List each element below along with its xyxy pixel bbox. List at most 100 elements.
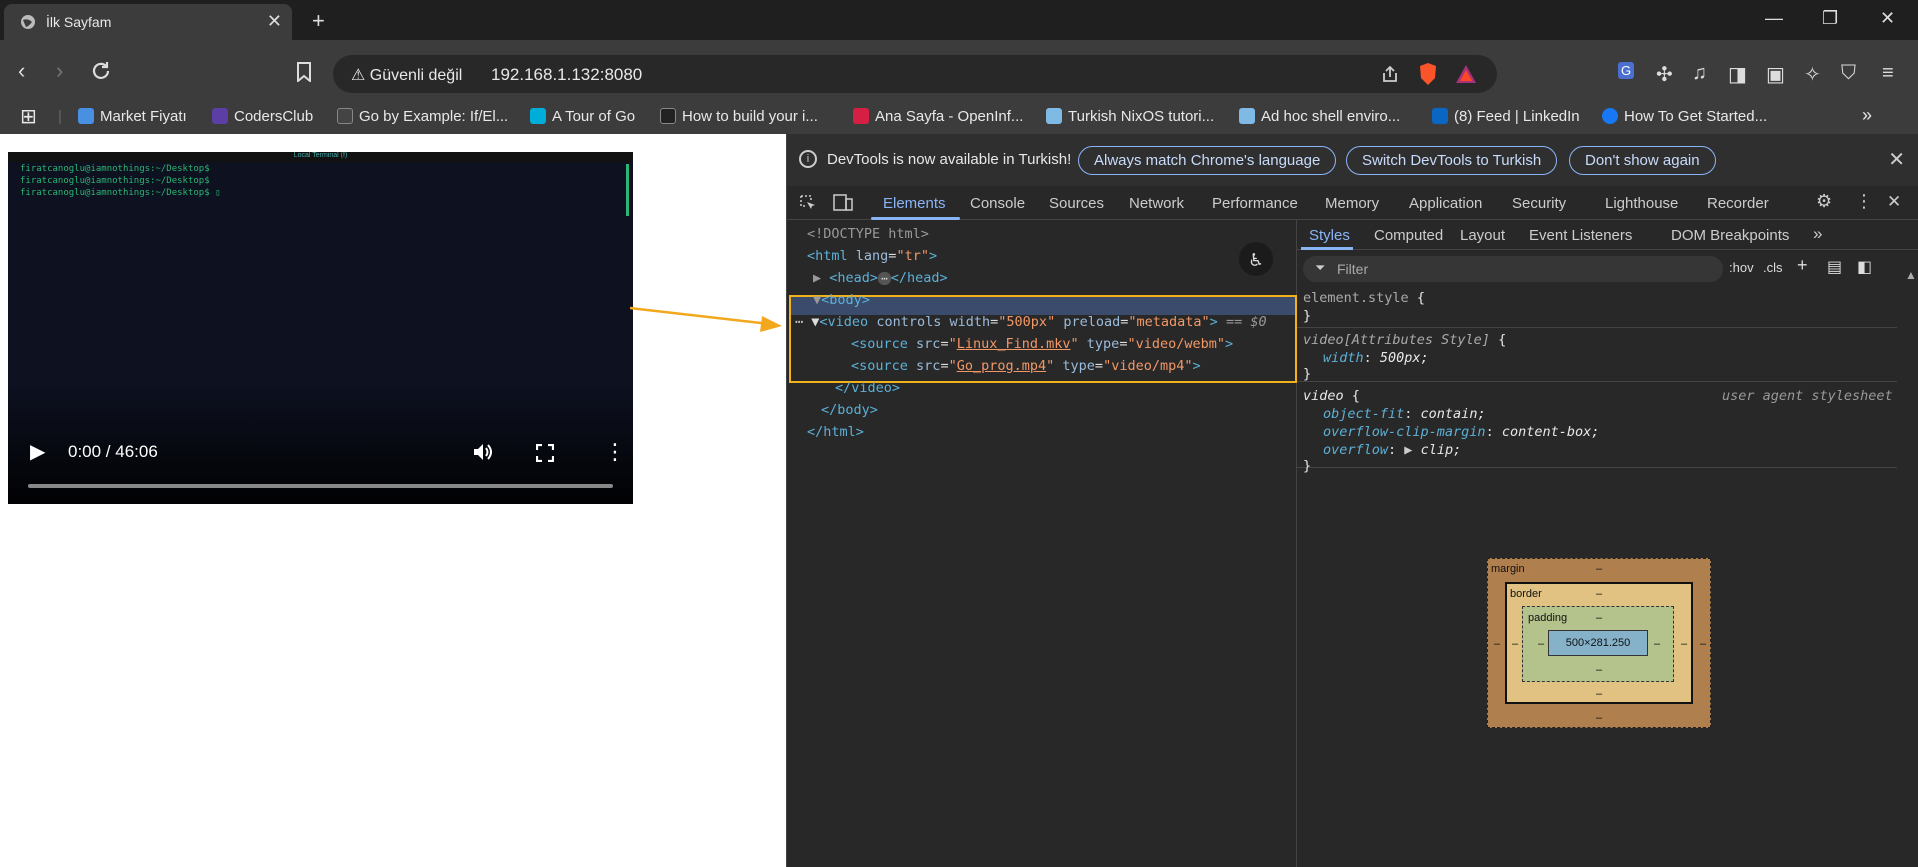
inspect-element-icon[interactable] (799, 194, 817, 212)
box-model-value[interactable]: – (1596, 588, 1602, 600)
doctype-node[interactable]: <!DOCTYPE html> (807, 226, 929, 242)
bookmark-item[interactable]: Go by Example: If/El... (337, 108, 508, 125)
video-node[interactable]: ⋯ ▼<video controls width="500px" preload… (795, 314, 1267, 330)
style-declaration[interactable]: overflow-clip-margin: content-box; (1323, 424, 1599, 440)
head-node[interactable]: ▶ <head> ⋯ </head> (813, 270, 948, 286)
video-progress-bar[interactable] (28, 484, 613, 488)
box-model-content[interactable]: 500×281.250 (1548, 630, 1648, 656)
box-model-value[interactable]: – (1596, 563, 1602, 575)
wallet-icon[interactable]: ▣ (1766, 62, 1785, 87)
box-model-value[interactable]: – (1654, 638, 1660, 650)
dont-show-again-button[interactable]: Don't show again (1569, 146, 1716, 175)
source-node[interactable]: <source src="Go_prog.mp4" type="video/mp… (851, 358, 1201, 374)
more-options-icon[interactable]: ⋮ (604, 439, 626, 465)
box-model-value[interactable]: – (1596, 612, 1602, 624)
vpn-icon[interactable]: ⛉ (1841, 62, 1856, 85)
bookmark-item[interactable]: A Tour of Go (530, 108, 635, 125)
bookmark-item[interactable]: Ad hoc shell enviro... (1239, 108, 1400, 125)
tab-lighthouse[interactable]: Lighthouse (1605, 195, 1678, 212)
new-rule-icon[interactable]: + (1797, 255, 1808, 276)
toggle-sidebar-icon[interactable]: ◧ (1857, 257, 1872, 277)
window-close-button[interactable]: ✕ (1880, 8, 1895, 29)
url-text[interactable]: 192.168.1.132:8080 (491, 65, 642, 85)
brave-shields-icon[interactable] (1417, 62, 1439, 86)
subtab-layout[interactable]: Layout (1460, 227, 1505, 244)
minimize-button[interactable]: — (1765, 8, 1783, 29)
maximize-button[interactable]: ❐ (1822, 8, 1838, 29)
paint-roller-icon[interactable]: ▤ (1827, 257, 1842, 277)
html-node[interactable]: <html lang="tr"> (807, 248, 937, 264)
body-close-node[interactable]: </body> (821, 402, 878, 418)
tab-performance[interactable]: Performance (1212, 195, 1298, 212)
always-match-language-button[interactable]: Always match Chrome's language (1078, 146, 1337, 175)
bookmark-item[interactable]: Ana Sayfa - OpenInf... (853, 108, 1023, 125)
address-bar[interactable]: ⚠ Güvenli değil 192.168.1.132:8080 (333, 55, 1497, 93)
device-toolbar-icon[interactable] (833, 194, 853, 212)
source-node[interactable]: <source src="Linux_Find.mkv" type="video… (851, 336, 1233, 352)
brave-rewards-icon[interactable] (1455, 64, 1477, 84)
hov-toggle[interactable]: :hov (1729, 260, 1754, 275)
apps-icon[interactable]: ⊞ (20, 104, 37, 129)
box-model-value[interactable]: – (1681, 638, 1687, 650)
more-bookmarks-icon[interactable]: » (1862, 105, 1872, 126)
fullscreen-icon[interactable] (536, 444, 554, 462)
bookmark-item[interactable]: (8) Feed | LinkedIn (1432, 108, 1580, 125)
subtab-computed[interactable]: Computed (1374, 227, 1443, 244)
html-close-node[interactable]: </html> (807, 424, 864, 440)
switch-to-turkish-button[interactable]: Switch DevTools to Turkish (1346, 146, 1558, 175)
box-model-value[interactable]: – (1596, 712, 1602, 724)
volume-icon[interactable] (472, 442, 494, 462)
tab-active[interactable]: İlk Sayfam ✕ (4, 4, 292, 40)
subtab-event-listeners[interactable]: Event Listeners (1529, 227, 1632, 244)
bookmark-item[interactable]: Market Fiyatı (78, 108, 187, 125)
more-subtabs-icon[interactable]: » (1813, 224, 1822, 244)
bookmark-item[interactable]: CodersClub (212, 108, 313, 125)
style-declaration[interactable]: object-fit: contain; (1323, 406, 1486, 422)
box-model-value[interactable]: – (1596, 688, 1602, 700)
tab-network[interactable]: Network (1129, 195, 1184, 212)
bookmark-item[interactable]: Turkish NixOS tutori... (1046, 108, 1214, 125)
accessibility-tree-icon[interactable]: ♿ (1239, 242, 1273, 276)
body-node[interactable]: ▼<body> (813, 292, 870, 308)
bookmark-item[interactable]: How to build your i... (660, 108, 818, 125)
box-model-value[interactable]: – (1596, 664, 1602, 676)
reload-icon[interactable] (90, 60, 112, 82)
box-model-value[interactable]: – (1700, 638, 1706, 650)
leo-ai-icon[interactable]: ✧ (1804, 62, 1821, 87)
styles-filter-input[interactable]: Filter (1303, 256, 1723, 282)
tab-sources[interactable]: Sources (1049, 195, 1104, 212)
translate-icon[interactable]: G (1618, 62, 1635, 79)
new-tab-button[interactable]: + (312, 8, 325, 34)
share-icon[interactable] (1381, 65, 1399, 83)
subtab-dom-breakpoints[interactable]: DOM Breakpoints (1671, 227, 1789, 244)
tab-console[interactable]: Console (970, 195, 1025, 212)
box-model-value[interactable]: – (1538, 638, 1544, 650)
box-model-value[interactable]: – (1494, 638, 1500, 650)
devtools-close-icon[interactable]: ✕ (1887, 192, 1901, 212)
video-player[interactable]: Local Terminal (f) firatcanoglu@iamnothi… (8, 152, 633, 504)
tab-application[interactable]: Application (1409, 195, 1482, 212)
box-model-value[interactable]: – (1512, 638, 1518, 650)
play-icon[interactable]: ▶ (30, 439, 45, 464)
tab-close-icon[interactable]: ✕ (267, 11, 282, 32)
infobar-close-icon[interactable]: ✕ (1888, 147, 1905, 172)
subtab-styles[interactable]: Styles (1309, 227, 1350, 244)
cls-toggle[interactable]: .cls (1763, 260, 1783, 275)
sidebar-icon[interactable]: ◨ (1728, 62, 1747, 87)
scroll-up-arrow-icon[interactable]: ▲ (1905, 268, 1917, 282)
tab-recorder[interactable]: Recorder (1707, 195, 1769, 212)
bookmark-icon[interactable] (296, 62, 312, 82)
tab-elements[interactable]: Elements (883, 195, 946, 212)
devtools-menu-icon[interactable]: ⋮ (1855, 191, 1873, 212)
settings-gear-icon[interactable]: ⚙ (1816, 191, 1832, 212)
tab-memory[interactable]: Memory (1325, 195, 1379, 212)
video-close-node[interactable]: </video> (835, 380, 900, 396)
style-declaration[interactable]: overflow: ▶ clip; (1323, 442, 1461, 458)
menu-icon[interactable]: ≡ (1882, 62, 1894, 85)
bookmark-item[interactable]: How To Get Started... (1602, 108, 1767, 125)
tab-security[interactable]: Security (1512, 195, 1566, 212)
back-button[interactable]: ‹ (18, 58, 25, 84)
extensions-icon[interactable]: ✣ (1656, 62, 1673, 87)
style-declaration[interactable]: width: 500px; (1323, 350, 1429, 366)
forward-button[interactable]: › (56, 58, 63, 84)
